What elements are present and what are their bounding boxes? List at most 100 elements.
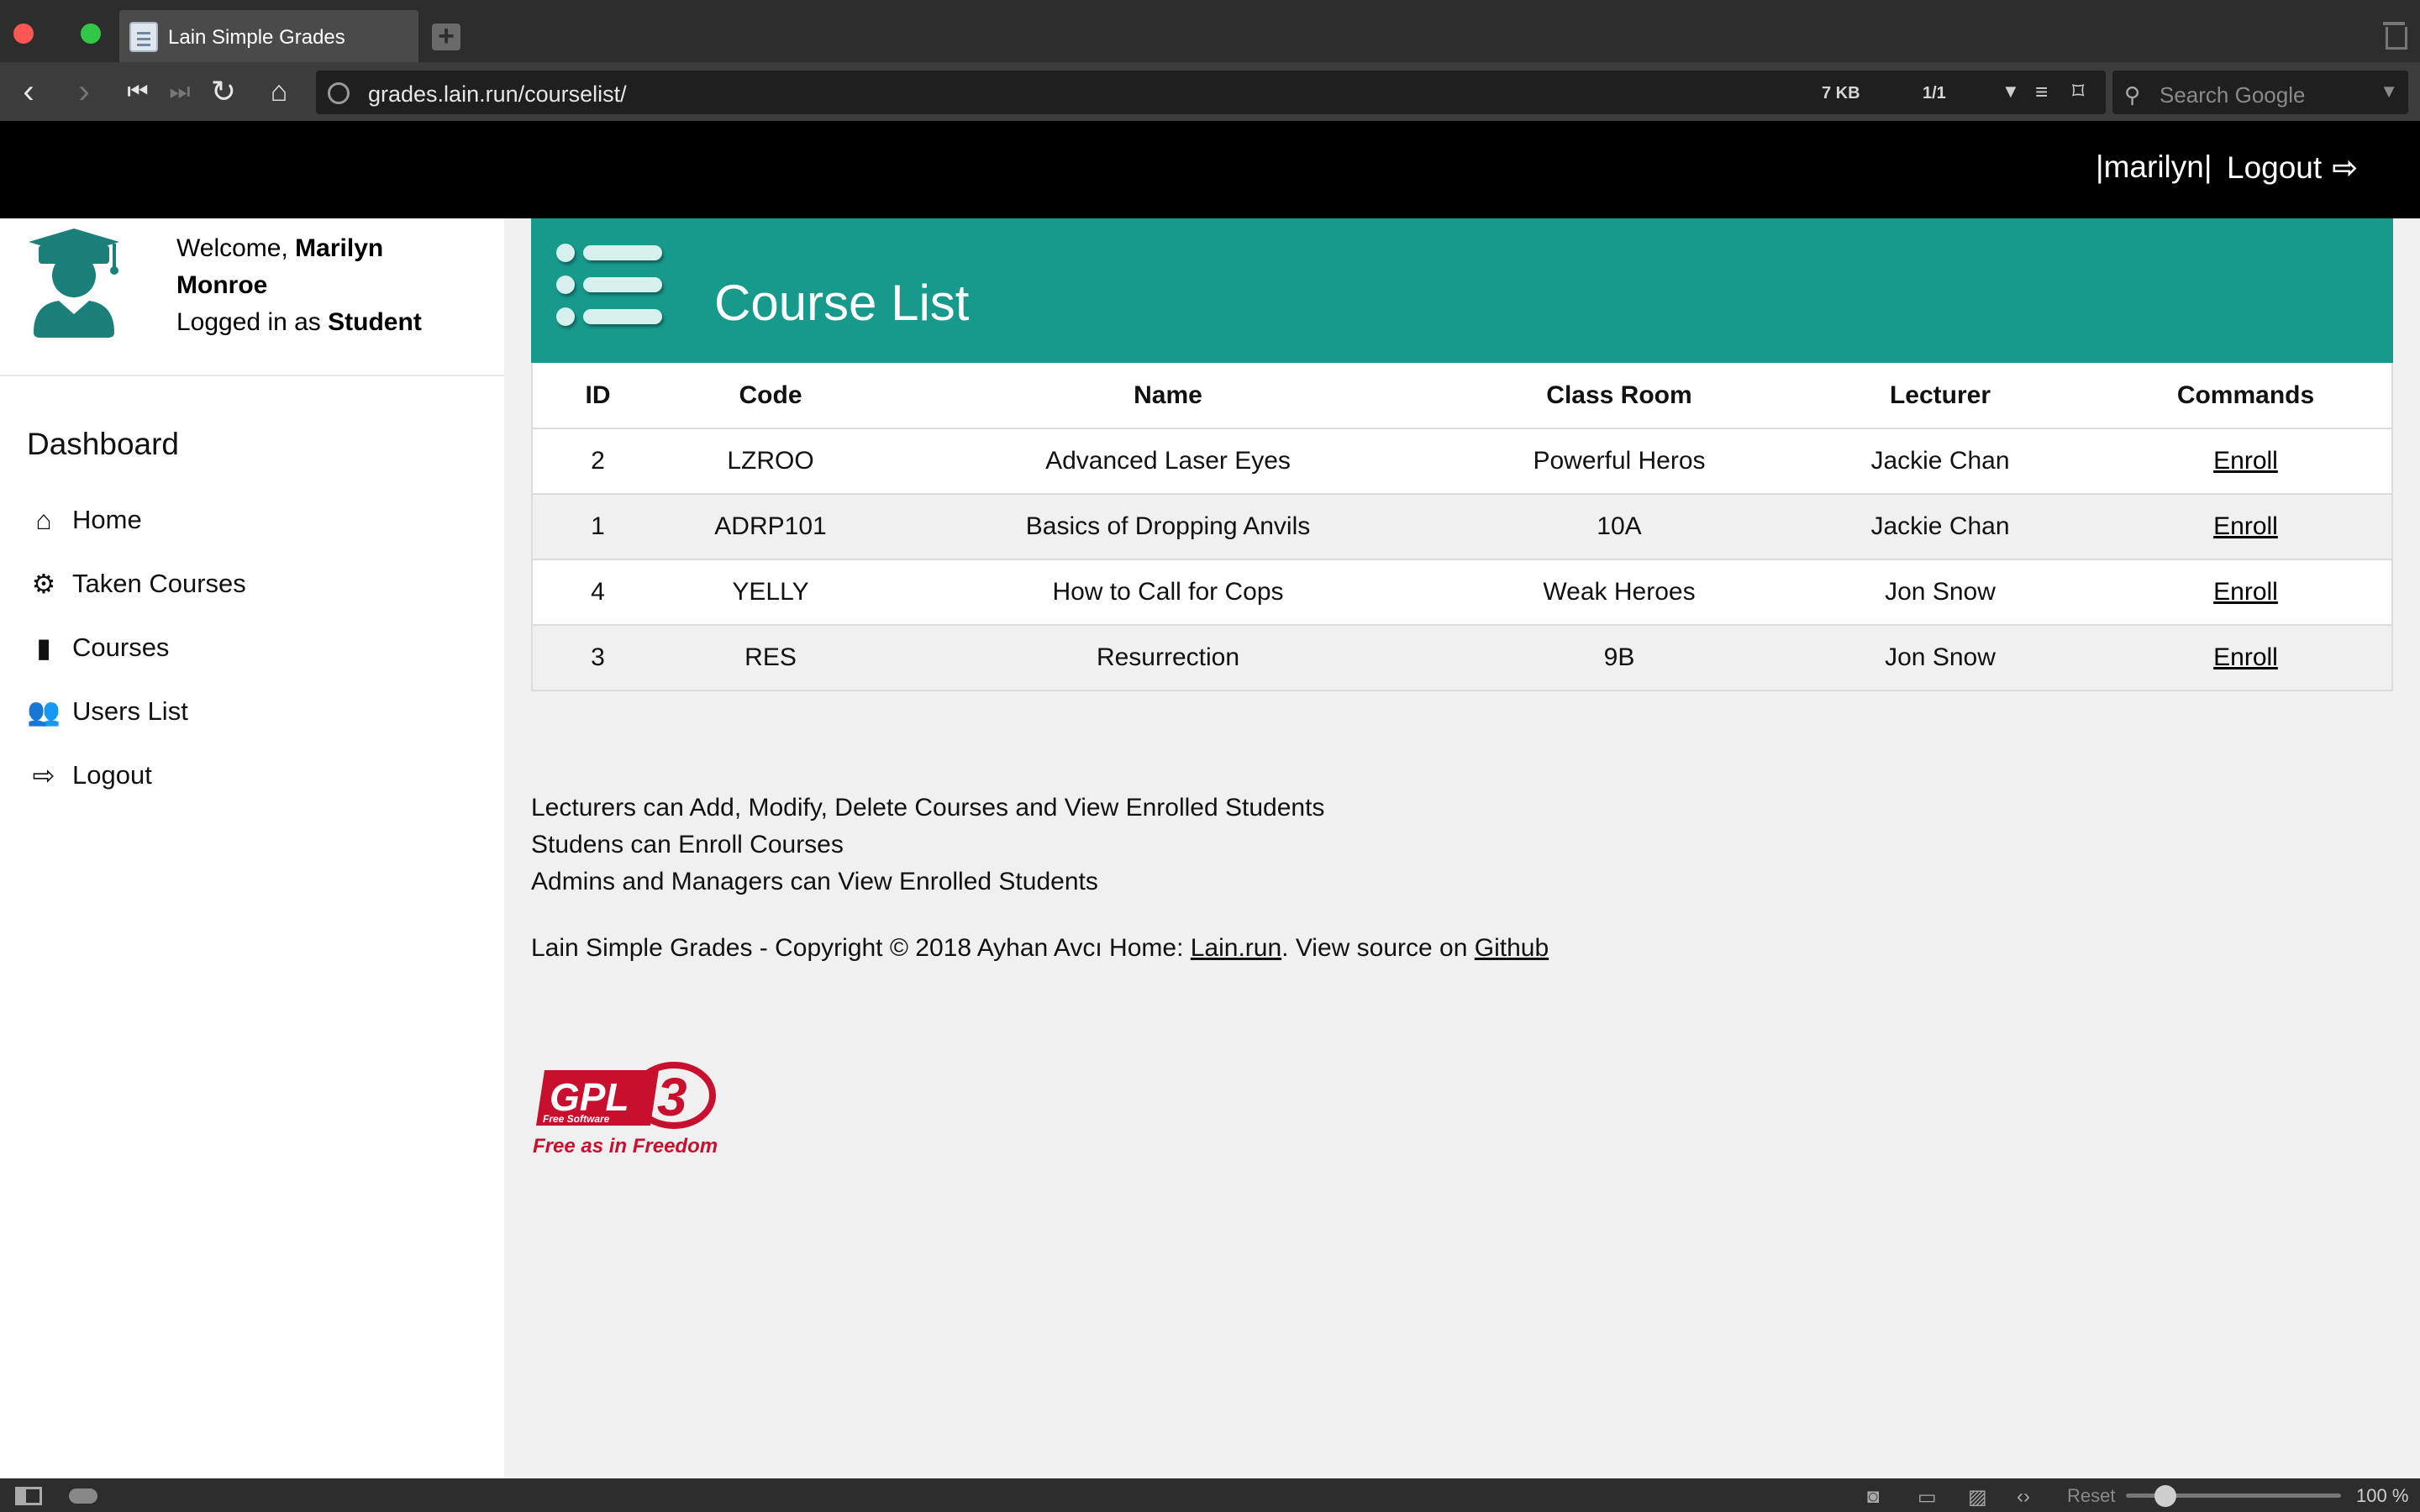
browser-tab[interactable]: Lain Simple Grades: [119, 10, 418, 64]
header-logout-link[interactable]: Logout ⇨: [2227, 150, 2358, 186]
cloud-icon[interactable]: [69, 1488, 97, 1504]
cell-lecturer: Jon Snow: [1781, 625, 2100, 691]
search-bar[interactable]: ⚲ Search Google ▼: [2112, 71, 2408, 114]
panel-toggle-icon[interactable]: [15, 1487, 42, 1505]
back-icon[interactable]: ‹: [12, 75, 45, 109]
fast-forward-icon[interactable]: ⏭: [163, 76, 197, 109]
column-header: Commands: [2100, 363, 2392, 429]
reload-icon[interactable]: ↻: [207, 76, 240, 109]
enroll-link[interactable]: Enroll: [2213, 643, 2278, 671]
gpl-logo-subtext: Free Software: [543, 1113, 610, 1125]
welcome-message: Welcome, Marilyn Monroe Logged in as Stu…: [176, 230, 479, 341]
maximize-window-button[interactable]: [81, 24, 101, 44]
tab-title: Lain Simple Grades: [168, 26, 345, 49]
zoom-reset-button[interactable]: Reset: [2067, 1485, 2115, 1507]
cell-id: 2: [532, 428, 663, 495]
page-banner: Course List: [531, 218, 2393, 363]
footer: Lain Simple Grades - Copyright © 2018 Ay…: [531, 934, 1549, 963]
dashboard-heading: Dashboard: [27, 427, 180, 461]
globe-icon: [328, 82, 350, 104]
welcome-prefix: Welcome,: [176, 234, 288, 262]
cell-code: RES: [663, 625, 878, 691]
home-icon[interactable]: ⌂: [262, 76, 296, 109]
users-icon: 👥: [27, 696, 60, 727]
cell-name: Advanced Laser Eyes: [878, 428, 1458, 495]
cell-code: YELLY: [663, 559, 878, 626]
sidebar-item-courses[interactable]: ▮ Courses: [27, 627, 169, 669]
sidebar-item-users-list[interactable]: 👥 Users List: [27, 690, 188, 732]
sidebar: Welcome, Marilyn Monroe Logged in as Stu…: [0, 218, 504, 1478]
sidebar-divider: [0, 375, 504, 376]
cell-code: LZROO: [663, 428, 878, 495]
home-icon: ⌂: [35, 504, 52, 535]
user-role: Student: [328, 308, 422, 336]
note-line: Lecturers can Add, Modify, Delete Course…: [531, 794, 1325, 822]
enroll-link[interactable]: Enroll: [2213, 447, 2278, 475]
cell-classroom: 10A: [1458, 494, 1781, 560]
chevron-down-icon[interactable]: ▼: [2002, 81, 2020, 102]
camera-icon[interactable]: ◙: [1867, 1485, 1880, 1509]
gears-icon: ⚙: [31, 569, 56, 599]
cell-classroom: Powerful Heros: [1458, 428, 1781, 495]
cell-classroom: 9B: [1458, 625, 1781, 691]
list-icon: [556, 244, 666, 336]
site-header: |marilyn| Logout ⇨: [0, 121, 2420, 218]
bookmark-icon[interactable]: ⌑: [2072, 77, 2084, 105]
sidebar-item-logout[interactable]: ⇨ Logout: [27, 754, 152, 796]
column-header: Class Room: [1458, 363, 1781, 429]
sidebar-item-label: Users List: [72, 696, 188, 726]
search-icon: ⚲: [2124, 82, 2141, 108]
username-link[interactable]: |marilyn|: [2096, 150, 2212, 185]
reader-view-icon[interactable]: ≡: [2035, 79, 2048, 105]
url-text[interactable]: grades.lain.run/courselist/: [368, 81, 627, 108]
cell-commands: Enroll: [2100, 625, 2392, 691]
sidebar-item-label: Logout: [72, 760, 152, 790]
cell-id: 4: [532, 559, 663, 626]
clipboard-icon: [129, 22, 158, 52]
sidebar-item-label: Taken Courses: [72, 569, 246, 598]
cell-id: 1: [532, 494, 663, 560]
sidebar-item-label: Home: [72, 505, 142, 534]
column-header: Lecturer: [1781, 363, 2100, 429]
home-link[interactable]: Lain.run: [1191, 934, 1281, 962]
tab-strip: Lain Simple Grades +: [0, 0, 2420, 64]
cell-lecturer: Jon Snow: [1781, 559, 2100, 626]
rewind-icon[interactable]: ⏮: [121, 76, 155, 109]
zoom-slider-handle[interactable]: [2154, 1485, 2176, 1507]
code-icon[interactable]: ‹›: [2017, 1485, 2030, 1509]
column-header: Name: [878, 363, 1458, 429]
student-avatar-icon: [29, 228, 119, 338]
sidebar-item-home[interactable]: ⌂ Home: [27, 499, 142, 541]
logged-in-prefix: Logged in as: [176, 308, 321, 336]
sidebar-item-label: Courses: [72, 633, 170, 662]
new-tab-button[interactable]: +: [432, 22, 460, 50]
cell-lecturer: Jackie Chan: [1781, 494, 2100, 560]
window-icon[interactable]: ▭: [1918, 1485, 1937, 1509]
sidebar-item-taken-courses[interactable]: ⚙ Taken Courses: [27, 563, 246, 605]
gpl-version: 3: [657, 1067, 687, 1127]
enroll-link[interactable]: Enroll: [2213, 578, 2278, 606]
gpl-logo[interactable]: GPL Free Software 3 Free as in Freedom: [533, 1058, 718, 1159]
cell-name: Basics of Dropping Anvils: [878, 494, 1458, 560]
trash-icon[interactable]: [2383, 22, 2407, 50]
image-icon[interactable]: ▨: [1968, 1485, 1987, 1509]
book-icon: ▮: [36, 633, 51, 663]
enroll-link[interactable]: Enroll: [2213, 512, 2278, 540]
browser-chrome: Lain Simple Grades + ‹ › ⏮ ⏭ ↻ ⌂ grades.…: [0, 0, 2420, 121]
cell-id: 3: [532, 625, 663, 691]
github-link[interactable]: Github: [1475, 934, 1549, 962]
close-window-button[interactable]: [13, 24, 34, 44]
search-input[interactable]: Search Google: [2160, 82, 2305, 108]
note-line: Studens can Enroll Courses: [531, 831, 844, 858]
source-text: . View source on: [1281, 934, 1475, 962]
browser-statusbar: ◙ ▭ ▨ ‹› Reset 100 %: [0, 1478, 2420, 1512]
permissions-notes: Lecturers can Add, Modify, Delete Course…: [531, 790, 1324, 900]
cell-name: Resurrection: [878, 625, 1458, 691]
note-line: Admins and Managers can View Enrolled St…: [531, 868, 1098, 895]
chevron-down-icon[interactable]: ▼: [2380, 81, 2398, 102]
browser-navbar: ‹ › ⏮ ⏭ ↻ ⌂ grades.lain.run/courselist/ …: [0, 62, 2420, 121]
forward-icon[interactable]: ›: [67, 75, 101, 109]
gpl-tagline: Free as in Freedom: [533, 1135, 718, 1158]
cell-code: ADRP101: [663, 494, 878, 560]
address-bar[interactable]: grades.lain.run/courselist/ 7 KB 1/1 ▼ ≡…: [316, 71, 2106, 114]
